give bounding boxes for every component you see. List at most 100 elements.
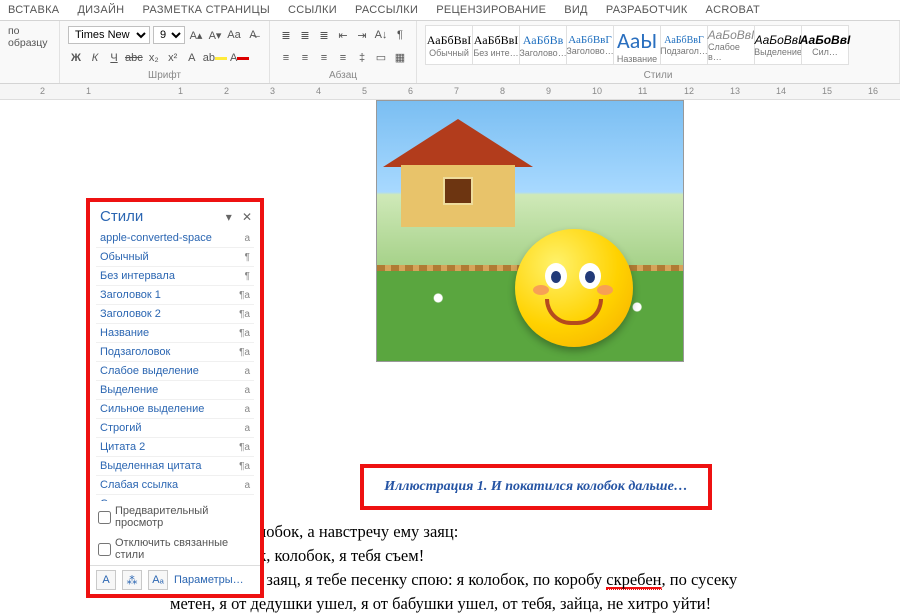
ruler-tick: 12 <box>684 86 694 96</box>
ruler-tick: 10 <box>592 86 602 96</box>
style-item: Слабое выделениеa <box>96 362 254 381</box>
tab-view[interactable]: ВИД <box>564 4 588 16</box>
strike-button[interactable]: abc <box>125 50 143 66</box>
checkbox-input[interactable] <box>98 511 111 524</box>
tab-layout[interactable]: РАЗМЕТКА СТРАНИЦЫ <box>142 4 270 16</box>
increase-indent-icon[interactable]: ⇥ <box>354 27 370 43</box>
style-item: apple-converted-spacea <box>96 229 254 248</box>
ribbon-group-paragraph: ≣ ≣ ≣ ⇤ ⇥ A↓ ¶ ≡ ≡ ≡ ≡ ‡ ▭ ▦ Абзац <box>270 21 417 83</box>
styles-preview-checkbox[interactable]: Предварительный просмотр <box>90 501 260 533</box>
highlight-color-button[interactable]: ab <box>203 50 227 66</box>
style-item: Сильное выделениеa <box>96 400 254 419</box>
multilevel-list-icon[interactable]: ≣ <box>316 27 332 43</box>
spellcheck-error[interactable]: скребен <box>606 570 661 590</box>
style-tile-normal[interactable]: АаБбВвІОбычный <box>425 25 473 65</box>
justify-icon[interactable]: ≡ <box>335 50 351 66</box>
ruler-tick: 6 <box>408 86 413 96</box>
new-style-icon[interactable]: A <box>96 570 116 590</box>
shading-icon[interactable]: ▭ <box>373 50 389 66</box>
font-size-select[interactable]: 9 <box>153 26 185 44</box>
document-body-text[interactable]: олобок, а навстречу ему заяц: ок, колобо… <box>170 520 880 616</box>
align-left-icon[interactable]: ≡ <box>278 50 294 66</box>
format-painter[interactable]: по образцу <box>8 25 51 49</box>
styles-group-label: Стили <box>425 70 891 83</box>
ruler-tick: 5 <box>362 86 367 96</box>
numbering-icon[interactable]: ≣ <box>297 27 313 43</box>
paragraph-group-label: Абзац <box>278 70 408 83</box>
tab-design[interactable]: ДИЗАЙН <box>77 4 124 16</box>
align-right-icon[interactable]: ≡ <box>316 50 332 66</box>
bold-button[interactable]: Ж <box>68 50 84 66</box>
style-item: Слабая ссылкаa <box>96 476 254 495</box>
ribbon-tabs: ВСТАВКА ДИЗАЙН РАЗМЕТКА СТРАНИЦЫ ССЫЛКИ … <box>0 0 900 20</box>
style-item: Цитата 2¶a <box>96 438 254 457</box>
image-caption-selected[interactable]: Иллюстрация 1. И покатился колобок дальш… <box>360 464 712 510</box>
ruler-tick: 1 <box>86 86 91 96</box>
styles-pane-close-icon[interactable]: ✕ <box>242 210 252 224</box>
ruler-tick: 1 <box>178 86 183 96</box>
document-image[interactable] <box>376 100 684 362</box>
style-item: Без интервала¶ <box>96 267 254 286</box>
font-name-select[interactable]: Times New R <box>68 26 150 44</box>
style-tile-nospacing[interactable]: АаБбВвІБез инте… <box>472 25 520 65</box>
style-item: Выделенная цитата¶a <box>96 457 254 476</box>
style-item: Заголовок 2¶a <box>96 305 254 324</box>
tab-review[interactable]: РЕЦЕНЗИРОВАНИЕ <box>436 4 546 16</box>
ruler-tick: 16 <box>868 86 878 96</box>
borders-icon[interactable]: ▦ <box>392 50 408 66</box>
styles-disable-linked-checkbox[interactable]: Отключить связанные стили <box>90 533 260 565</box>
tab-mailings[interactable]: РАССЫЛКИ <box>355 4 418 16</box>
show-marks-icon[interactable]: ¶ <box>392 27 408 43</box>
ruler-tick: 2 <box>40 86 45 96</box>
italic-button[interactable]: К <box>87 50 103 66</box>
ruler-tick: 11 <box>638 86 647 96</box>
style-tile-heading1[interactable]: АаБбВвЗаголово… <box>519 25 567 65</box>
style-tile-strong[interactable]: АаБоВвІСил… <box>801 25 849 65</box>
grow-font-icon[interactable]: A▴ <box>188 27 204 43</box>
styles-options-link[interactable]: Параметры… <box>174 574 244 586</box>
ruler-tick: 9 <box>546 86 551 96</box>
document-canvas[interactable]: Иллюстрация 1. И покатился колобок дальш… <box>0 100 900 530</box>
subscript-button[interactable]: x₂ <box>146 50 162 66</box>
font-color-button[interactable]: A <box>230 50 249 66</box>
superscript-button[interactable]: x² <box>165 50 181 66</box>
styles-pane-list[interactable]: apple-converted-spacea Обычный¶ Без инте… <box>96 229 254 501</box>
image-caption-text: Иллюстрация 1. И покатился колобок дальш… <box>384 479 688 495</box>
ribbon-group-styles: АаБбВвІОбычный АаБбВвІБез инте… АаБбВвЗа… <box>417 21 900 83</box>
style-inspector-icon[interactable]: ⁂ <box>122 570 142 590</box>
ribbon-group-font: Times New R 9 A▴ A▾ Aa A̶ Ж К Ч abc x₂ x… <box>60 21 270 83</box>
sort-icon[interactable]: A↓ <box>373 27 389 43</box>
shrink-font-icon[interactable]: A▾ <box>207 27 223 43</box>
style-tile-emphasis[interactable]: АаБоВвІВыделение <box>754 25 802 65</box>
horizontal-ruler[interactable]: 211234567891011121314151617 <box>0 84 900 100</box>
style-tile-heading2[interactable]: АаБбВвГЗаголово… <box>566 25 614 65</box>
checkbox-input[interactable] <box>98 543 111 556</box>
tab-references[interactable]: ССЫЛКИ <box>288 4 337 16</box>
ribbon-group-clipboard: по образцу <box>0 21 60 83</box>
styles-pane-dropdown-icon[interactable]: ▾ <box>226 210 232 224</box>
manage-styles-icon[interactable]: Aₐ <box>148 570 168 590</box>
ruler-tick: 2 <box>224 86 229 96</box>
style-item: Выделениеa <box>96 381 254 400</box>
text-effects-icon[interactable]: A <box>184 50 200 66</box>
quick-styles-gallery[interactable]: АаБбВвІОбычный АаБбВвІБез инте… АаБбВвЗа… <box>425 25 891 65</box>
tab-developer[interactable]: РАЗРАБОТЧИК <box>606 4 688 16</box>
illustration-kolobok <box>515 229 633 347</box>
ruler-tick: 14 <box>776 86 786 96</box>
style-tile-title[interactable]: АаЫНазвание <box>613 25 661 65</box>
change-case-icon[interactable]: Aa <box>226 27 242 43</box>
align-center-icon[interactable]: ≡ <box>297 50 313 66</box>
clear-formatting-icon[interactable]: A̶ <box>245 27 261 43</box>
line-spacing-icon[interactable]: ‡ <box>354 50 370 66</box>
style-tile-subtitle[interactable]: АаБбВвГПодзагол… <box>660 25 708 65</box>
style-tile-subtle[interactable]: АаБоВвІСлабое в… <box>707 25 755 65</box>
style-item: Название¶a <box>96 324 254 343</box>
tab-acrobat[interactable]: ACROBAT <box>706 4 760 16</box>
ruler-tick: 8 <box>500 86 505 96</box>
bullets-icon[interactable]: ≣ <box>278 27 294 43</box>
underline-button[interactable]: Ч <box>106 50 122 66</box>
decrease-indent-icon[interactable]: ⇤ <box>335 27 351 43</box>
tab-insert[interactable]: ВСТАВКА <box>8 4 59 16</box>
style-item: Заголовок 1¶a <box>96 286 254 305</box>
ruler-tick: 15 <box>822 86 832 96</box>
